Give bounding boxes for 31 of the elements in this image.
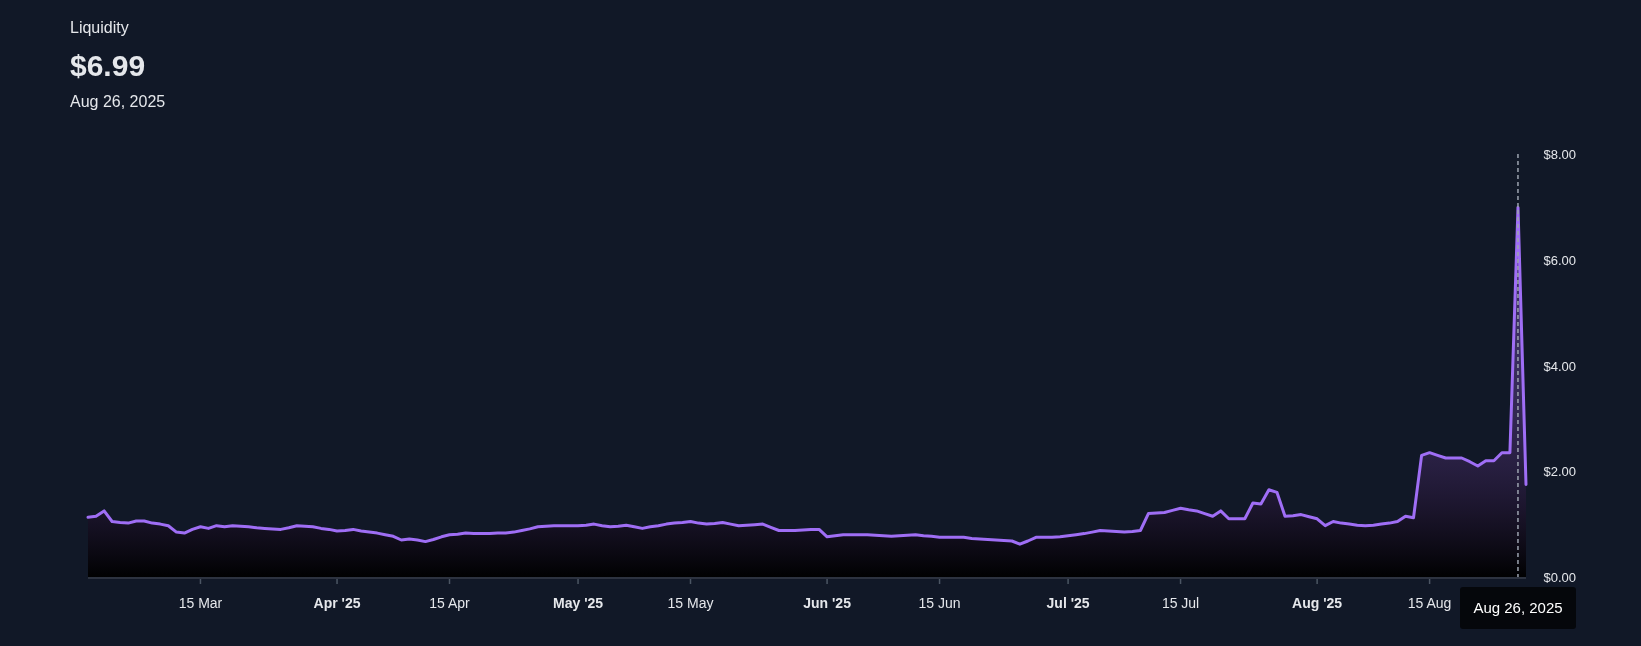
tick-mark xyxy=(448,578,451,585)
y-axis-label: $2.00 xyxy=(1543,464,1576,480)
x-axis-label: Apr '25 xyxy=(313,595,361,611)
tick-mark xyxy=(1179,578,1182,585)
tick-mark xyxy=(577,578,579,585)
tick-mark xyxy=(1316,578,1318,585)
y-axis-label: $4.00 xyxy=(1543,358,1576,374)
x-axis-label: 15 Apr xyxy=(429,595,470,611)
current-value: $6.99 xyxy=(70,48,146,84)
y-axis-label: $0.00 xyxy=(1543,570,1576,585)
x-axis-label: 15 Jun xyxy=(918,595,961,611)
x-axis-label: May '25 xyxy=(553,595,604,611)
tick-mark xyxy=(826,578,828,585)
x-axis-label: 15 Mar xyxy=(178,595,223,611)
x-axis-label: Jul '25 xyxy=(1046,595,1090,611)
current-date: Aug 26, 2025 xyxy=(70,92,166,112)
tick-mark xyxy=(336,578,338,585)
date-tooltip: Aug 26, 2025 xyxy=(1460,587,1576,629)
x-axis-label: 15 Aug xyxy=(1407,595,1452,611)
tick-mark xyxy=(199,578,202,585)
tick-mark xyxy=(1067,578,1069,585)
x-axis-label: Aug '25 xyxy=(1292,595,1343,611)
tick-mark xyxy=(1428,578,1431,585)
y-axis-label: $8.00 xyxy=(1543,147,1576,162)
y-axis-label: $6.00 xyxy=(1543,252,1576,268)
x-axis-label: 15 Jul xyxy=(1161,595,1200,611)
x-axis-label: 15 May xyxy=(667,595,714,611)
tick-mark xyxy=(689,578,692,585)
x-axis-label: Jun '25 xyxy=(803,595,851,611)
chart-title: Liquidity xyxy=(70,18,129,38)
tick-mark xyxy=(938,578,941,585)
